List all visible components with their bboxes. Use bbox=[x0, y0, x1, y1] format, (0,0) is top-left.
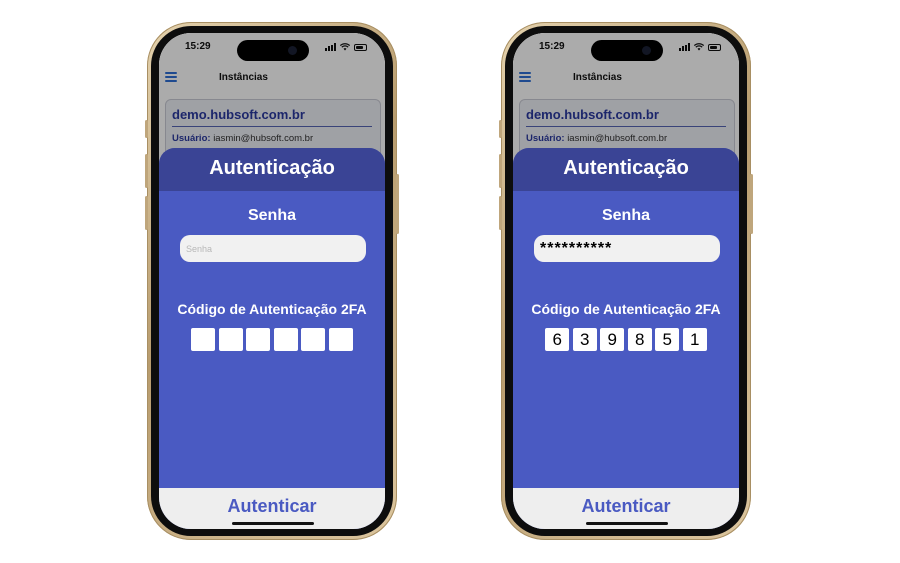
password-input[interactable] bbox=[534, 235, 720, 262]
modal-header: Autenticação bbox=[513, 148, 739, 191]
phone-mockup-empty: 15:29 Instâncias demo.hubsoft.com.br Usu… bbox=[145, 22, 399, 540]
password-label: Senha bbox=[247, 207, 296, 224]
modal-footer: Autenticar bbox=[159, 488, 385, 529]
code-digit-1[interactable] bbox=[191, 328, 216, 351]
code-digit-6[interactable] bbox=[328, 328, 353, 351]
authenticate-button[interactable]: Autenticar bbox=[513, 496, 739, 517]
home-indicator bbox=[232, 522, 314, 525]
password-label: Senha bbox=[601, 207, 650, 224]
phone-mockup-filled: 15:29 Instâncias demo.hubsoft.com.br Usu… bbox=[499, 22, 753, 540]
home-indicator bbox=[586, 522, 668, 525]
modal-title: Autenticação bbox=[563, 157, 689, 179]
auth-modal: Autenticação Senha Código de Autenticaçã… bbox=[513, 148, 739, 529]
modal-title: Autenticação bbox=[209, 157, 335, 179]
power-button bbox=[750, 174, 753, 234]
code-digit-3[interactable] bbox=[600, 328, 625, 351]
code-digit-4[interactable] bbox=[273, 328, 298, 351]
mockup-stage: 15:29 Instâncias demo.hubsoft.com.br Usu… bbox=[0, 0, 900, 563]
code-digit-3[interactable] bbox=[246, 328, 271, 351]
twofa-label: Código de Autenticação 2FA bbox=[531, 301, 721, 317]
modal-footer: Autenticar bbox=[513, 488, 739, 529]
phone-screen: 15:29 Instâncias demo.hubsoft.com.br Usu… bbox=[513, 33, 739, 529]
volume-down-button bbox=[499, 196, 502, 230]
auth-modal: Autenticação Senha Código de Autenticaçã… bbox=[159, 148, 385, 529]
code-digit-2[interactable] bbox=[218, 328, 243, 351]
volume-up-button bbox=[499, 154, 502, 188]
password-input[interactable] bbox=[180, 235, 366, 262]
code-digit-5[interactable] bbox=[301, 328, 326, 351]
code-digit-6[interactable] bbox=[682, 328, 707, 351]
twofa-label: Código de Autenticação 2FA bbox=[177, 301, 367, 317]
action-button bbox=[499, 120, 502, 138]
action-button bbox=[145, 120, 148, 138]
code-digit-1[interactable] bbox=[545, 328, 570, 351]
power-button bbox=[396, 174, 399, 234]
phone-screen: 15:29 Instâncias demo.hubsoft.com.br Usu… bbox=[159, 33, 385, 529]
modal-header: Autenticação bbox=[159, 148, 385, 191]
twofa-code-row bbox=[159, 328, 385, 351]
volume-up-button bbox=[145, 154, 148, 188]
volume-down-button bbox=[145, 196, 148, 230]
code-digit-5[interactable] bbox=[655, 328, 680, 351]
code-digit-4[interactable] bbox=[627, 328, 652, 351]
authenticate-button[interactable]: Autenticar bbox=[159, 496, 385, 517]
code-digit-2[interactable] bbox=[572, 328, 597, 351]
twofa-code-row bbox=[513, 328, 739, 351]
